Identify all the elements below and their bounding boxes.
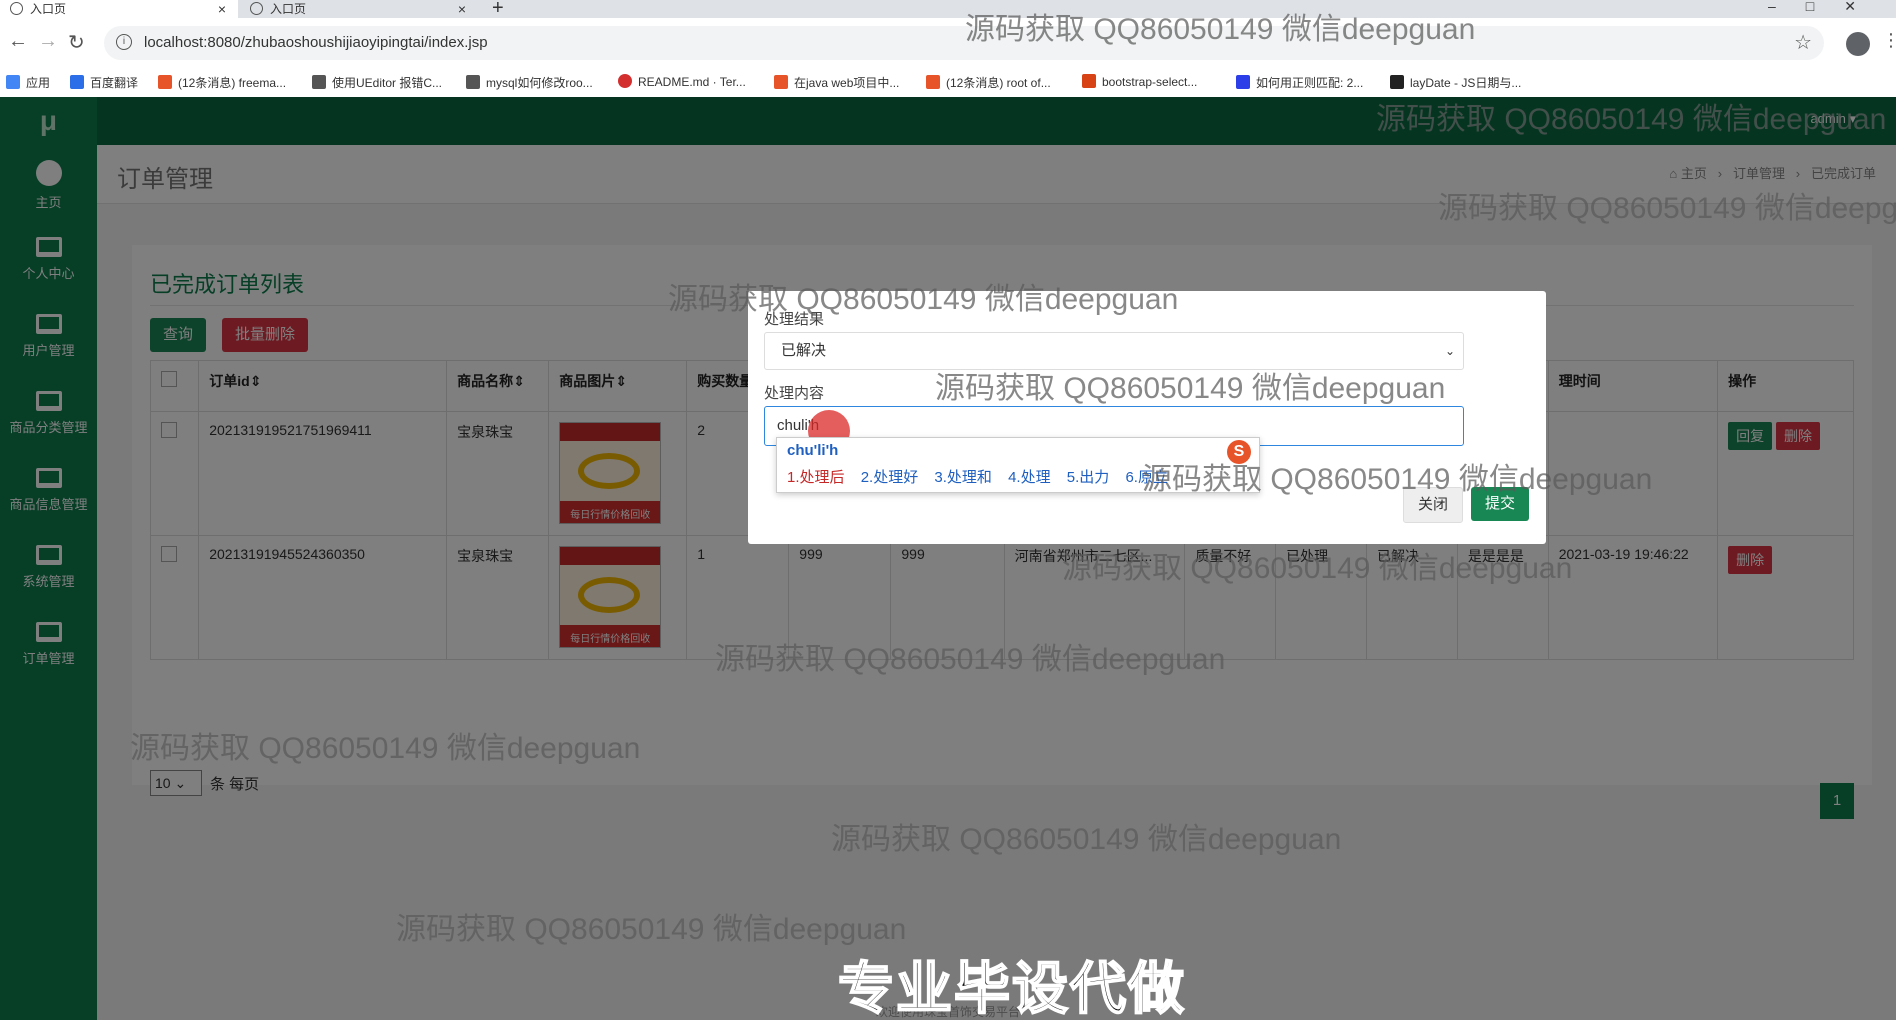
ime-candidate[interactable]: 4.处理 — [1008, 469, 1051, 486]
laydate-icon — [1390, 75, 1404, 89]
watermark-text: 源码获取 QQ86050149 微信deepguan — [396, 913, 907, 946]
ime-pinyin: chu'li'h — [787, 442, 839, 459]
watermark-text: 源码获取 QQ86050149 微信deepguan — [1438, 192, 1896, 225]
csdn-icon — [774, 75, 788, 89]
watermark-text: 源码获取 QQ86050149 微信deepguan — [1376, 103, 1887, 136]
close-tab-icon[interactable]: × — [458, 0, 466, 18]
baidu-paw-icon — [1236, 75, 1250, 89]
ime-candidate[interactable]: 5.出力 — [1067, 469, 1110, 486]
bookmark-star-icon[interactable]: ☆ — [1794, 30, 1812, 55]
ime-candidate[interactable]: 3.处理和 — [934, 469, 992, 486]
globe-icon — [10, 2, 23, 15]
forward-icon[interactable]: → — [38, 30, 58, 53]
url-text: localhost:8080/zhubaoshoushijiaoyipingta… — [144, 34, 488, 51]
apps-grid-icon — [6, 75, 20, 89]
watermark-text: 源码获取 QQ86050149 微信deepguan — [935, 372, 1446, 405]
site-icon — [466, 75, 480, 89]
csdn-icon — [158, 75, 172, 89]
bookmark-item[interactable]: README.md · Ter... — [618, 74, 746, 89]
ime-candidate[interactable]: 2.处理好 — [861, 469, 919, 486]
bookmark-apps[interactable]: 应用 — [6, 74, 50, 91]
bookmark-item[interactable]: 使用UEditor 报错C... — [312, 74, 442, 91]
video-caption: 专业毕设代做 — [837, 956, 1186, 1021]
address-bar-row: ← → ↻ i localhost:8080/zhubaoshoushijiao… — [0, 18, 1896, 69]
reply-dialog: 处理结果 已解决 ⌄ 处理内容 chuli'h 关闭 提交 — [748, 291, 1546, 544]
browser-tab-inactive[interactable]: 入口页 × — [240, 0, 478, 18]
ime-candidates: 1.处理后 2.处理好 3.处理和 4.处理 5.出力 6.原立 — [787, 466, 1180, 487]
profile-icon[interactable] — [1846, 32, 1870, 56]
gitee-icon — [618, 74, 632, 88]
bookmark-item[interactable]: mysql如何修改roo... — [466, 74, 593, 91]
site-icon — [1082, 74, 1096, 88]
watermark-text: 源码获取 QQ86050149 微信deepguan — [1062, 552, 1573, 585]
window-controls[interactable]: ‒□✕ — [1768, 0, 1886, 15]
new-tab-icon[interactable]: + — [492, 0, 504, 20]
reload-icon[interactable]: ↻ — [68, 30, 85, 55]
watermark-text: 源码获取 QQ86050149 微信deepguan — [831, 823, 1342, 856]
watermark-text: 源码获取 QQ86050149 微信deepguan — [965, 13, 1476, 46]
watermark-text: 源码获取 QQ86050149 微信deepguan — [715, 643, 1226, 676]
watermark-text: 源码获取 QQ86050149 微信deepguan — [130, 732, 641, 765]
chevron-down-icon: ⌄ — [1444, 344, 1455, 358]
browser-tab-active[interactable]: 入口页 × — [0, 0, 238, 18]
tab-label: 入口页 — [30, 2, 67, 16]
url-field[interactable]: i localhost:8080/zhubaoshoushijiaoyiping… — [104, 26, 1824, 60]
site-icon — [312, 75, 326, 89]
watermark-text: 源码获取 QQ86050149 微信deepguan — [668, 283, 1179, 316]
bookmark-item[interactable]: layDate - JS日期与... — [1390, 74, 1521, 91]
content-label: 处理内容 — [764, 385, 825, 402]
info-icon[interactable]: i — [116, 34, 132, 50]
close-tab-icon[interactable]: × — [218, 0, 226, 18]
modal-backdrop[interactable] — [0, 97, 1896, 1020]
ime-candidate[interactable]: 1.处理后 — [787, 469, 845, 486]
watermark-text: 源码获取 QQ86050149 微信deepguan — [1142, 463, 1653, 496]
bookmark-item[interactable]: (12条消息) root of... — [926, 74, 1051, 91]
bookmark-item[interactable]: 在java web项目中... — [774, 74, 899, 91]
csdn-icon — [926, 75, 940, 89]
bookmark-item[interactable]: bootstrap-select... — [1082, 74, 1197, 89]
browser-tab-bar: 入口页 × 入口页 × + ‒□✕ — [0, 0, 1896, 20]
bookmark-item[interactable]: 百度翻译 — [70, 74, 138, 91]
translate-icon — [70, 75, 84, 89]
back-icon[interactable]: ← — [8, 30, 28, 53]
menu-icon[interactable]: ⋮ — [1882, 30, 1896, 51]
globe-icon — [250, 2, 263, 15]
bookmark-item[interactable]: 如何用正则匹配: 2... — [1236, 74, 1363, 91]
bookmark-item[interactable]: (12条消息) freema... — [158, 74, 286, 91]
tab-label: 入口页 — [270, 2, 307, 16]
